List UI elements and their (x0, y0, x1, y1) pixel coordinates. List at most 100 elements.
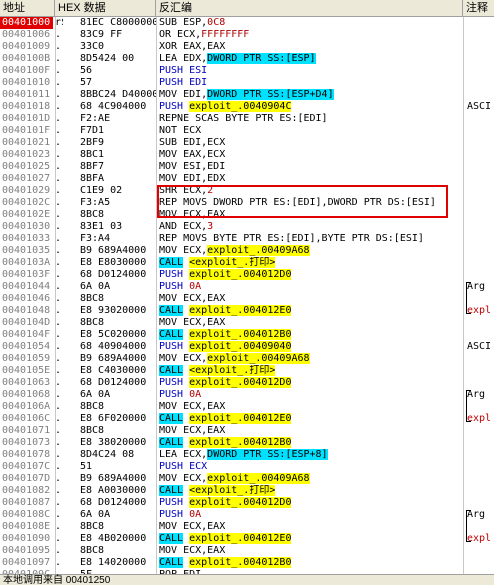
address-cell: 00401044 (2, 281, 51, 292)
disasm-row[interactable]: 0040106C. E8 6F020000 CALL exploit_.004012… (0, 413, 494, 425)
comment-cell (467, 125, 494, 137)
address-cell: 00401071 (2, 425, 51, 436)
disasm-row[interactable]: 0040107D. B9 689A4000 MOV ECX,exploit_.004… (0, 473, 494, 485)
asm-cell: CALL <exploit_.打印> (159, 365, 459, 377)
hex-cell: E8 93020000 (80, 305, 147, 316)
disasm-row[interactable]: 00401044. 6A 0A PUSH 0A Arg (0, 281, 494, 293)
disasm-row[interactable]: 00401033. F3:A4 REP MOVS BYTE PTR ES:[EDI]… (0, 233, 494, 245)
disasm-row[interactable]: 0040103A. E8 E8030000 CALL <exploit_.打印> (0, 257, 494, 269)
flow-marker: . (55, 413, 62, 424)
disasm-row[interactable]: 00401011. 8BBC24 D4000000MOV EDI,DWORD PT… (0, 89, 494, 101)
disasm-row[interactable]: 00401097. E8 14020000 CALL exploit_.004012… (0, 557, 494, 569)
disasm-row[interactable]: 0040100B. 8D5424 00 LEA EDX,DWORD PTR SS:[… (0, 53, 494, 65)
disasm-row[interactable]: 00401068. 6A 0A PUSH 0A Arg (0, 389, 494, 401)
address-cell: 0040100B (2, 53, 51, 64)
header-addr[interactable]: 地址 (0, 0, 55, 16)
disasm-row[interactable]: 0040103F. 68 D0124000 PUSH exploit_.004012… (0, 269, 494, 281)
flow-marker: . (55, 389, 62, 400)
comment-cell (467, 53, 494, 65)
disasm-row[interactable]: 00401095. 8BC8 MOV ECX,EAX (0, 545, 494, 557)
disasm-row[interactable]: 00401009. 33C0 XOR EAX,EAX (0, 41, 494, 53)
address-cell: 0040108E (2, 521, 51, 532)
disasm-row[interactable]: 00401048. E8 93020000 CALL exploit_.004012… (0, 305, 494, 317)
comment-cell (467, 149, 494, 161)
disasm-row[interactable]: 0040102E. 8BC8 MOV ECX,EAX (0, 209, 494, 221)
disasm-row[interactable]: 00401030. 83E1 03 AND ECX,3 (0, 221, 494, 233)
disasm-row[interactable]: 00401087. 68 D0124000 PUSH exploit_.004012… (0, 497, 494, 509)
asm-token: <exploit_.打印> (189, 485, 276, 496)
header-hex[interactable]: HEX 数据 (55, 0, 156, 16)
address-cell: 00401048 (2, 305, 51, 316)
address-cell: 00401030 (2, 221, 51, 232)
asm-token: MOV ECX,EAX (159, 425, 226, 436)
hex-cell: 68 40904000 (80, 341, 147, 352)
disasm-row[interactable]: 0040101F. F7D1 NOT ECX (0, 125, 494, 137)
disasm-row[interactable]: 00401046. 8BC8 MOV ECX,EAX (0, 293, 494, 305)
disasm-row[interactable]: 00401000r$ 81EC C8000000SUB ESP,0C8 (0, 17, 494, 29)
disasm-row[interactable]: 00401071. 8BC8 MOV ECX,EAX (0, 425, 494, 437)
hex-cell: 6A 0A (80, 509, 111, 520)
disasm-row[interactable]: 00401035. B9 689A4000 MOV ECX,exploit_.004… (0, 245, 494, 257)
asm-token: MOV ECX,EAX (159, 293, 226, 304)
disasm-row[interactable]: 00401006. 83C9 FF OR ECX,FFFFFFFF (0, 29, 494, 41)
asm-token: MOV ECX,EAX (159, 317, 226, 328)
disasm-row[interactable]: 0040106A. 8BC8 MOV ECX,EAX (0, 401, 494, 413)
disasm-row[interactable]: 00401010. 57 PUSH EDI (0, 77, 494, 89)
address-cell: 00401000 (0, 17, 53, 29)
asm-token: PUSH (159, 101, 190, 112)
hex-cell: 8BF7 (80, 161, 105, 172)
disasm-row[interactable]: 0040100F. 56 PUSH ESI (0, 65, 494, 77)
asm-token: REPNE SCAS BYTE PTR ES:[EDI] (159, 113, 328, 124)
disasm-row[interactable]: 00401059. B9 689A4000 MOV ECX,exploit_.004… (0, 353, 494, 365)
disasm-row[interactable]: 00401029. C1E9 02 SHR ECX,2 (0, 185, 494, 197)
comment-cell (467, 173, 494, 185)
disasm-row[interactable]: 0040105E. E8 C4030000 CALL <exploit_.打印> (0, 365, 494, 377)
hex-cell: C1E9 02 (80, 185, 123, 196)
disasm-row[interactable]: 00401025. 8BF7 MOV ESI,EDI (0, 161, 494, 173)
disasm-row[interactable]: 00401023. 8BC1 MOV EAX,ECX (0, 149, 494, 161)
column-header: 地址 HEX 数据 反汇编 注释 (0, 0, 494, 17)
address-cell: 0040106A (2, 401, 51, 412)
disasm-row[interactable]: 00401027. 8BFA MOV EDI,EDX (0, 173, 494, 185)
hex-cell: 68 D0124000 (80, 497, 147, 508)
address-cell: 00401010 (2, 77, 51, 88)
disasm-row[interactable]: 00401021. 2BF9 SUB EDI,ECX (0, 137, 494, 149)
disasm-row[interactable]: 00401073. E8 38020000 CALL exploit_.004012… (0, 437, 494, 449)
disasm-row[interactable]: 0040104F. E8 5C020000 CALL exploit_.004012… (0, 329, 494, 341)
hex-cell: E8 E8030000 (80, 257, 147, 268)
flow-marker: . (55, 437, 62, 448)
comment-cell: expl (467, 413, 492, 424)
asm-cell: REPNE SCAS BYTE PTR ES:[EDI] (159, 113, 459, 125)
hex-cell: F3:A4 (80, 233, 111, 244)
disasm-row[interactable]: 00401063. 68 D0124000 PUSH exploit_.004012… (0, 377, 494, 389)
comment-cell (467, 293, 494, 305)
disasm-row[interactable]: 00401078. 8D4C24 08 LEA ECX,DWORD PTR SS:[… (0, 449, 494, 461)
disasm-row[interactable]: 0040102C. F3:A5 REP MOVS DWORD PTR ES:[EDI… (0, 197, 494, 209)
flow-marker: . (55, 545, 62, 556)
hex-cell: E8 C4030000 (80, 365, 147, 376)
disasm-row[interactable]: 0040104D. 8BC8 MOV ECX,EAX (0, 317, 494, 329)
disasm-row[interactable]: 00401018. 68 4C904000 PUSH exploit_.004090… (0, 101, 494, 113)
flow-marker: . (55, 101, 62, 112)
flow-marker: . (55, 257, 62, 268)
asm-token: PUSH EDI (159, 77, 208, 88)
asm-token: PUSH (159, 377, 190, 388)
header-asm[interactable]: 反汇编 (156, 0, 463, 16)
asm-token: PUSH (159, 497, 190, 508)
disasm-row[interactable]: 0040108E. 8BC8 MOV ECX,EAX (0, 521, 494, 533)
address-cell: 00401087 (2, 497, 51, 508)
comment-cell (467, 473, 494, 485)
disasm-row[interactable]: 0040108C. 6A 0A PUSH 0A Arg (0, 509, 494, 521)
disasm-row[interactable]: 00401054. 68 40904000 PUSH exploit_.004090… (0, 341, 494, 353)
disasm-row[interactable]: 0040107C. 51 PUSH ECX (0, 461, 494, 473)
disasm-row[interactable]: 00401090. E8 4B020000 CALL exploit_.004012… (0, 533, 494, 545)
address-cell: 0040106C (2, 413, 51, 424)
address-cell: 0040108C (2, 509, 51, 520)
hex-cell: 83C9 FF (80, 29, 123, 40)
disasm-row[interactable]: 00401082. E8 A0030000 CALL <exploit_.打印> (0, 485, 494, 497)
disassembly-list[interactable]: 00401000r$81EC C8000000SUB ESP,0C8004010… (0, 17, 494, 574)
address-cell: 00401059 (2, 353, 51, 364)
asm-token: exploit_.004012B0 (189, 437, 292, 448)
header-comment[interactable]: 注释 (463, 0, 494, 16)
disasm-row[interactable]: 0040101D. F2:AE REPNE SCAS BYTE PTR ES:[ED… (0, 113, 494, 125)
